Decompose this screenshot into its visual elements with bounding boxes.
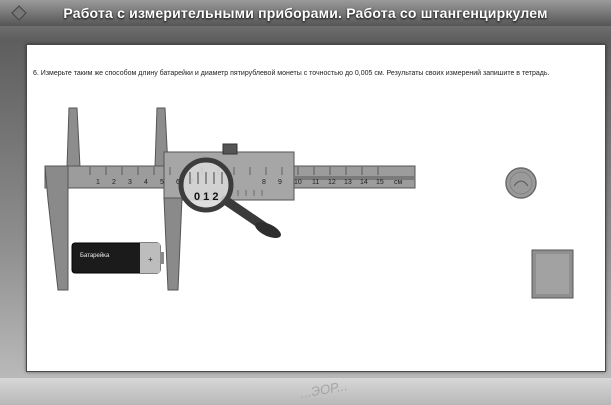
caliper-slider-screw[interactable] [222, 143, 238, 155]
main-scale-number: 11 [312, 179, 319, 186]
main-scale-number: 3 [128, 179, 132, 186]
caliper-lower-sliding-jaw[interactable] [163, 197, 183, 291]
main-scale-number: 5 [160, 179, 164, 186]
notebook[interactable] [531, 249, 574, 299]
magnified-vernier-digits: 0 1 2 [194, 191, 218, 203]
main-scale-number: 1 [96, 179, 100, 186]
main-scale-number: 4 [144, 179, 148, 186]
scene-svg: 1 2 3 4 5 6 7 8 9 10 11 12 13 14 15 см [44, 107, 574, 299]
main-scale-number: 14 [360, 179, 368, 186]
battery-polarity: + [148, 255, 153, 264]
main-scale-unit: см [394, 179, 403, 186]
five-ruble-coin[interactable] [505, 167, 537, 199]
main-scale-number: 12 [328, 179, 336, 186]
caliper-lower-fixed-jaw[interactable] [44, 165, 69, 291]
main-scale-number: 2 [112, 179, 116, 186]
battery-terminal [160, 252, 164, 264]
main-scale-number: 13 [344, 179, 352, 186]
main-scale-number: 15 [376, 179, 384, 186]
main-scale-number: 10 [294, 179, 302, 186]
caliper-upper-fixed-jaw[interactable] [66, 107, 81, 168]
main-scale-number: 8 [262, 179, 266, 186]
main-scale-number: 9 [278, 179, 282, 186]
battery-label: Батарейка [80, 252, 110, 259]
battery[interactable]: Батарейка + [71, 242, 164, 274]
app-frame: Работа с измерительными приборами. Работ… [0, 0, 611, 405]
